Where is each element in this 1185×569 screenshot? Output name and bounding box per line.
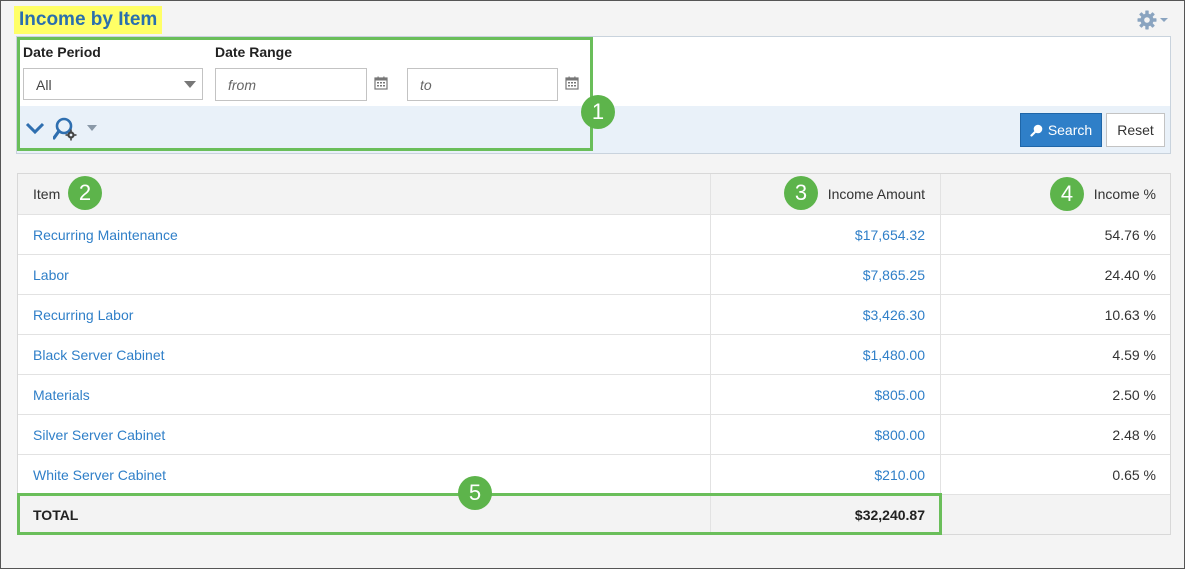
table-row: Silver Server Cabinet $800.00 2.48 % — [18, 414, 1170, 454]
table-row: Recurring Maintenance $17,654.32 54.76 % — [18, 214, 1170, 254]
amount-link[interactable]: $7,865.25 — [863, 267, 925, 283]
amount-link[interactable]: $805.00 — [874, 387, 925, 403]
date-period-value: All — [36, 77, 52, 93]
item-link[interactable]: Recurring Maintenance — [33, 227, 178, 243]
settings-menu[interactable] — [1137, 10, 1168, 30]
total-percent-empty — [940, 495, 1170, 534]
date-to-input[interactable]: to — [407, 68, 558, 101]
caret-down-icon[interactable] — [87, 125, 97, 132]
total-row: TOTAL $32,240.87 — [18, 494, 1170, 534]
table-row: Recurring Labor $3,426.30 10.63 % — [18, 294, 1170, 334]
percent-value: 0.65 % — [1112, 466, 1156, 483]
table-row: Materials $805.00 2.50 % — [18, 374, 1170, 414]
select-arrow-icon — [184, 81, 196, 88]
table-row: Black Server Cabinet $1,480.00 4.59 % — [18, 334, 1170, 374]
total-label: TOTAL — [33, 506, 79, 523]
search-icon — [1030, 124, 1043, 137]
reset-button[interactable]: Reset — [1106, 113, 1165, 147]
percent-value: 4.59 % — [1112, 346, 1156, 363]
search-settings-icon[interactable] — [53, 116, 79, 142]
callout-badge-2: 2 — [68, 176, 102, 210]
table-row: Labor $7,865.25 24.40 % — [18, 254, 1170, 294]
table-row: White Server Cabinet $210.00 0.65 % — [18, 454, 1170, 494]
date-period-select[interactable]: All — [23, 68, 203, 100]
percent-value: 2.50 % — [1112, 386, 1156, 403]
date-period-label: Date Period — [23, 44, 101, 60]
percent-value: 10.63 % — [1104, 306, 1156, 323]
gear-icon — [1137, 10, 1157, 30]
total-amount: $32,240.87 — [710, 495, 940, 534]
item-link[interactable]: Silver Server Cabinet — [33, 427, 165, 443]
date-from-input[interactable]: from — [215, 68, 367, 101]
calendar-icon[interactable] — [565, 76, 579, 90]
amount-link[interactable]: $3,426.30 — [863, 307, 925, 323]
amount-link[interactable]: $800.00 — [874, 427, 925, 443]
percent-value: 54.76 % — [1104, 226, 1156, 243]
table-header-row: Item Income Amount Income % — [18, 174, 1170, 214]
income-table: Item Income Amount Income % Recurring Ma… — [17, 173, 1171, 535]
column-header-income-amount[interactable]: Income Amount — [710, 174, 940, 214]
caret-down-icon — [1160, 18, 1168, 22]
item-link[interactable]: Materials — [33, 387, 90, 403]
amount-link[interactable]: $17,654.32 — [855, 227, 925, 243]
item-link[interactable]: Black Server Cabinet — [33, 347, 165, 363]
amount-link[interactable]: $1,480.00 — [863, 347, 925, 363]
callout-badge-3: 3 — [784, 176, 818, 210]
callout-badge-5: 5 — [458, 476, 492, 510]
report-panel: Income by Item Date Period Date Range Al… — [0, 0, 1185, 569]
calendar-icon[interactable] — [374, 76, 388, 90]
column-header-item[interactable]: Item — [18, 174, 710, 214]
search-button-label: Search — [1047, 122, 1093, 138]
item-link[interactable]: Labor — [33, 267, 69, 283]
item-link[interactable]: White Server Cabinet — [33, 467, 166, 483]
callout-badge-4: 4 — [1050, 177, 1084, 211]
page-title: Income by Item — [14, 6, 163, 34]
date-range-label: Date Range — [215, 44, 293, 60]
item-link[interactable]: Recurring Labor — [33, 307, 133, 323]
callout-badge-1: 1 — [581, 95, 615, 129]
percent-value: 2.48 % — [1112, 426, 1156, 443]
chevron-down-icon[interactable] — [25, 121, 45, 135]
search-button[interactable]: Search — [1020, 113, 1102, 147]
amount-link[interactable]: $210.00 — [874, 467, 925, 483]
percent-value: 24.40 % — [1104, 266, 1156, 283]
